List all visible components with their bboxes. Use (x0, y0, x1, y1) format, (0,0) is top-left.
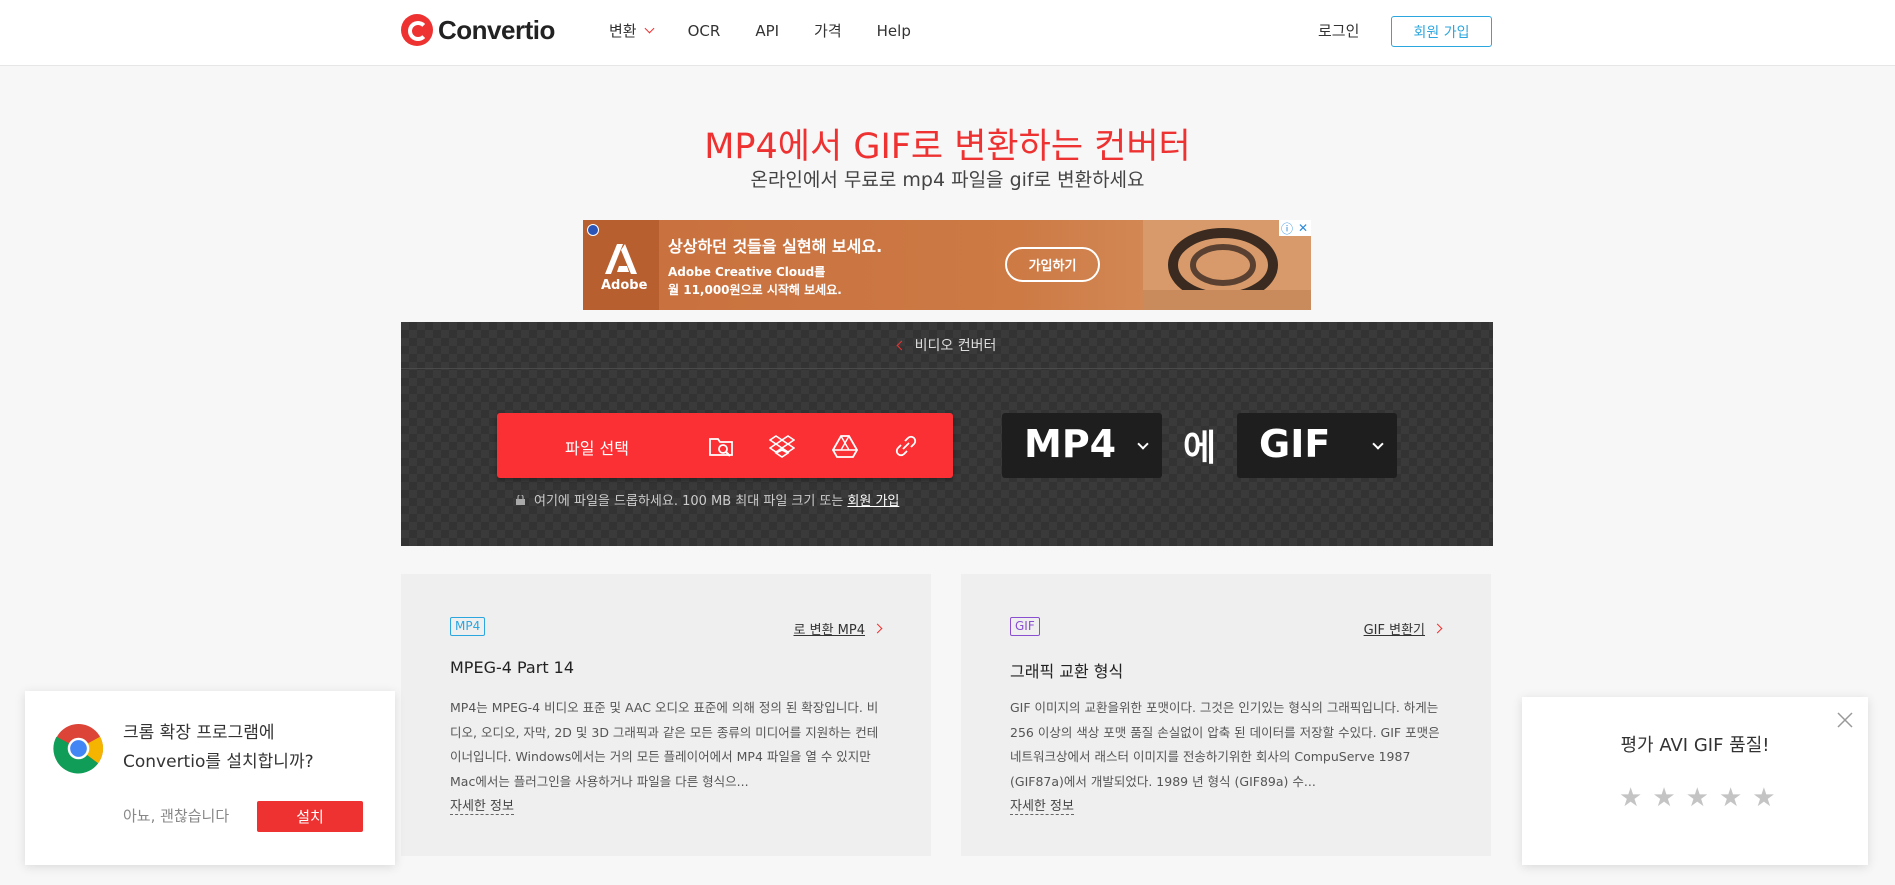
chevron-down-icon (1372, 438, 1384, 450)
install-button[interactable]: 설치 (257, 801, 363, 832)
chevron-down-icon (1137, 438, 1149, 450)
ad-body-line1: Adobe Creative Cloud를 (668, 265, 826, 279)
link-icon[interactable] (893, 433, 919, 459)
converter-panel: 비디오 컨버터 파일 선택 여기에 파일을 드롭하세요. 100 MB 최대 파… (401, 322, 1493, 546)
nav-ocr-label: OCR (687, 21, 721, 40)
to-format-select[interactable]: GIF (1237, 413, 1397, 478)
chevron-right-icon (872, 623, 883, 634)
breadcrumb[interactable]: 비디오 컨버터 (401, 322, 1493, 369)
to-format-value: GIF (1259, 422, 1331, 466)
adobe-a-icon (605, 244, 637, 274)
drop-hint: 여기에 파일을 드롭하세요. 100 MB 최대 파일 크기 또는 회원 가입 (516, 490, 899, 509)
site-header: Convertio 변환 OCR API 가격 Help 로그인 회원 가입 (0, 0, 1895, 66)
from-format-select[interactable]: MP4 (1002, 413, 1162, 478)
chrome-popup-message: 크롬 확장 프로그램에 Convertio를 설치합니까? (123, 719, 373, 777)
chrome-popup-line1: 크롬 확장 프로그램에 (123, 723, 275, 743)
drop-hint-signup-link[interactable]: 회원 가입 (847, 490, 899, 509)
star-icon[interactable]: ★ (1686, 785, 1709, 811)
nav-pricing[interactable]: 가격 (814, 20, 842, 41)
card-link-label: 로 변환 MP4 (793, 623, 865, 638)
info-card-gif: GIF GIF 변환기 그래픽 교환 형식 GIF 이미지의 교환을위한 포맷이… (961, 574, 1491, 856)
main-nav: 변환 OCR API 가격 Help (609, 20, 946, 41)
google-drive-icon[interactable] (832, 433, 858, 459)
from-format-value: MP4 (1024, 422, 1117, 466)
more-info-link[interactable]: 자세한 정보 (1010, 795, 1074, 815)
card-title: MPEG-4 Part 14 (450, 658, 575, 677)
logo-text: Convertio (438, 14, 555, 45)
card-convert-link[interactable]: GIF 변환기 (1363, 619, 1443, 638)
decline-button[interactable]: 아뇨, 괜찮습니다 (123, 805, 229, 826)
chrome-extension-popup: 크롬 확장 프로그램에 Convertio를 설치합니까? 아뇨, 괜찮습니다 … (25, 691, 395, 865)
choose-files-button[interactable]: 파일 선택 (497, 413, 953, 478)
breadcrumb-label: 비디오 컨버터 (914, 338, 997, 354)
card-title: 그래픽 교환 형식 (1010, 662, 1124, 681)
chevron-down-icon (644, 23, 655, 34)
card-convert-link[interactable]: 로 변환 MP4 (793, 619, 883, 638)
drop-hint-text: 여기에 파일을 드롭하세요. 100 MB 최대 파일 크기 또는 (534, 494, 844, 509)
more-info-link[interactable]: 자세한 정보 (450, 795, 514, 815)
ad-brand: Adobe (601, 278, 648, 293)
to-word: 에 (1183, 428, 1217, 469)
nav-convert[interactable]: 변환 (609, 20, 655, 41)
login-link[interactable]: 로그인 (1318, 20, 1359, 41)
nav-pricing-label: 가격 (814, 22, 842, 40)
page-title: MP4에서 GIF로 변환하는 컨버터 (704, 127, 1191, 167)
convertio-logo-icon (401, 14, 433, 46)
choose-files-label: 파일 선택 (565, 439, 629, 458)
nav-help[interactable]: Help (877, 20, 911, 41)
card-link-label: GIF 변환기 (1363, 623, 1425, 638)
page-subtitle: 온라인에서 무료로 mp4 파일을 gif로 변환하세요 (750, 169, 1145, 191)
folder-search-icon[interactable] (708, 433, 734, 459)
ad-headline: 상상하던 것들을 실현해 보세요. (668, 237, 883, 256)
card-description: GIF 이미지의 교환을위한 포맷이다. 그것은 인기있는 형식의 그래픽입니다… (1010, 700, 1440, 789)
lock-icon (516, 494, 525, 505)
format-tag: MP4 (450, 617, 486, 636)
chrome-popup-line2: Convertio를 설치합니까? (123, 752, 314, 772)
dropbox-icon[interactable] (769, 433, 795, 459)
star-icon[interactable]: ★ (1719, 785, 1742, 811)
chevron-left-icon (896, 340, 907, 350)
ad-body-line2: 월 11,000원으로 시작해 보세요. (668, 283, 842, 297)
ad-banner[interactable]: Adobe 상상하던 것들을 실현해 보세요. Adobe Creative C… (583, 220, 1311, 310)
star-icon[interactable]: ★ (1752, 785, 1775, 811)
format-tag: GIF (1010, 617, 1040, 636)
nav-convert-label: 변환 (609, 22, 637, 40)
nav-ocr[interactable]: OCR (688, 20, 721, 41)
ad-controls: ⓘ ✕ (1279, 220, 1311, 236)
ad-badge-icon (587, 224, 599, 236)
nav-help-label: Help (876, 21, 911, 40)
close-icon[interactable]: ✕ (1295, 220, 1311, 236)
star-icon[interactable]: ★ (1619, 785, 1642, 811)
card-description: MP4는 MPEG-4 비디오 표준 및 AAC 오디오 표준에 의해 정의 된… (450, 700, 879, 789)
close-icon[interactable] (1836, 711, 1854, 729)
star-icon[interactable]: ★ (1652, 785, 1675, 811)
info-card-mp4: MP4 로 변환 MP4 MPEG-4 Part 14 MP4는 MPEG-4 … (401, 574, 931, 856)
rating-title: 평가 AVI GIF 품질! (1620, 735, 1770, 756)
nav-api-label: API (755, 21, 780, 40)
signup-button[interactable]: 회원 가입 (1391, 16, 1492, 47)
chrome-icon (53, 723, 104, 774)
rating-popup: 평가 AVI GIF 품질! ★ ★ ★ ★ ★ (1522, 697, 1868, 865)
chevron-right-icon (1432, 623, 1443, 634)
adobe-logo: Adobe (583, 220, 659, 310)
nav-api[interactable]: API (755, 20, 779, 41)
ad-cta-button[interactable]: 가입하기 (1005, 247, 1100, 282)
convertio-logo[interactable]: Convertio (401, 14, 555, 46)
info-icon[interactable]: ⓘ (1279, 220, 1295, 236)
star-rating: ★ ★ ★ ★ ★ (1619, 785, 1776, 811)
